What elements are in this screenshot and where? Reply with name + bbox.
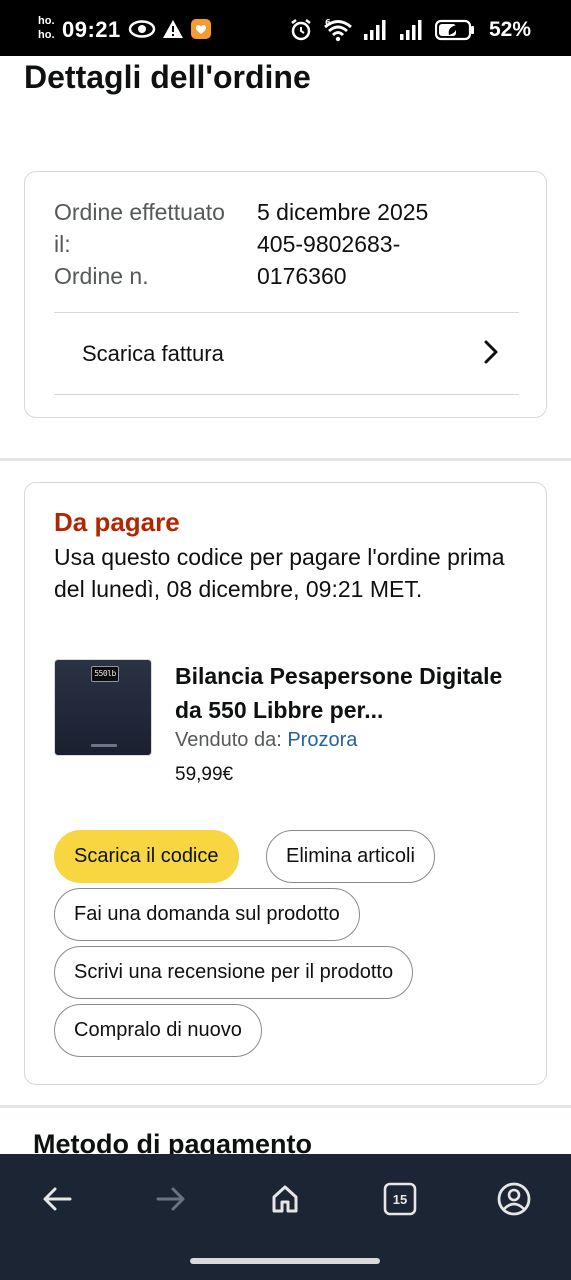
download-invoice-label: Scarica fattura bbox=[82, 341, 224, 366]
download-code-button[interactable]: Scarica il codice bbox=[54, 830, 239, 883]
battery-percent: 52% bbox=[488, 18, 531, 41]
product-price: 59,99€ bbox=[175, 764, 234, 785]
delete-items-button[interactable]: Elimina articoli bbox=[266, 830, 435, 883]
heart-badge-icon bbox=[190, 18, 212, 45]
status-bar: ho. ho. 09:21 6 52% bbox=[0, 0, 571, 56]
order-summary-card: Ordine effettuato il: Ordine n. 5 dicemb… bbox=[24, 171, 547, 418]
signal-icon bbox=[363, 19, 389, 46]
eye-icon bbox=[128, 18, 156, 45]
tabs-count: 15 bbox=[392, 1191, 408, 1207]
seller-link[interactable]: Prozora bbox=[287, 729, 357, 751]
product-title[interactable]: Bilancia Pesapersone Digitale da 550 Lib… bbox=[175, 659, 525, 727]
divider bbox=[54, 394, 519, 395]
tabs-icon[interactable]: 15 bbox=[382, 1181, 418, 1217]
wifi-icon: 6 bbox=[323, 18, 353, 47]
back-arrow-icon[interactable] bbox=[39, 1181, 75, 1217]
page-content[interactable]: Dettagli dell'ordine Ordine effettuato i… bbox=[0, 56, 571, 1154]
sold-by-label: Venduto da: bbox=[175, 729, 288, 751]
browser-bottom-nav: 15 bbox=[0, 1154, 571, 1280]
ask-question-button[interactable]: Fai una domanda sul prodotto bbox=[54, 888, 360, 941]
order-values: 5 dicembre 2025 405-9802683- 0176360 bbox=[257, 199, 429, 289]
home-indicator[interactable] bbox=[190, 1258, 380, 1264]
section-separator bbox=[0, 458, 571, 461]
account-icon[interactable] bbox=[496, 1181, 532, 1217]
download-invoice-row[interactable]: Scarica fattura bbox=[54, 313, 519, 395]
buy-again-button[interactable]: Compralo di nuovo bbox=[54, 1004, 262, 1057]
status-time: 09:21 bbox=[62, 17, 121, 42]
signal-icon bbox=[399, 19, 425, 46]
alarm-icon bbox=[289, 18, 313, 47]
product-image[interactable]: 550lb bbox=[54, 659, 152, 756]
carrier-label: ho. ho. bbox=[38, 15, 55, 41]
order-labels: Ordine effettuato il: Ordine n. bbox=[54, 199, 225, 289]
chevron-right-icon bbox=[483, 339, 499, 370]
payment-card: Da pagare Usa questo codice per pagare l… bbox=[24, 482, 547, 1085]
payment-status: Da pagare bbox=[54, 507, 180, 537]
page-title: Dettagli dell'ordine bbox=[24, 59, 311, 95]
battery-icon bbox=[434, 19, 475, 46]
brand-mark bbox=[91, 744, 117, 747]
section-separator bbox=[0, 1105, 571, 1108]
product-seller: Venduto da: Prozora bbox=[175, 729, 357, 752]
payment-description: Usa questo codice per pagare l'ordine pr… bbox=[54, 544, 505, 602]
scale-display: 550lb bbox=[91, 666, 119, 682]
svg-text:6: 6 bbox=[325, 18, 331, 27]
warning-icon bbox=[162, 19, 184, 44]
payment-method-title: Metodo di pagamento bbox=[33, 1129, 312, 1154]
write-review-button[interactable]: Scrivi una recensione per il prodotto bbox=[54, 946, 414, 999]
forward-arrow-icon[interactable] bbox=[153, 1181, 189, 1217]
home-icon[interactable] bbox=[267, 1181, 303, 1217]
